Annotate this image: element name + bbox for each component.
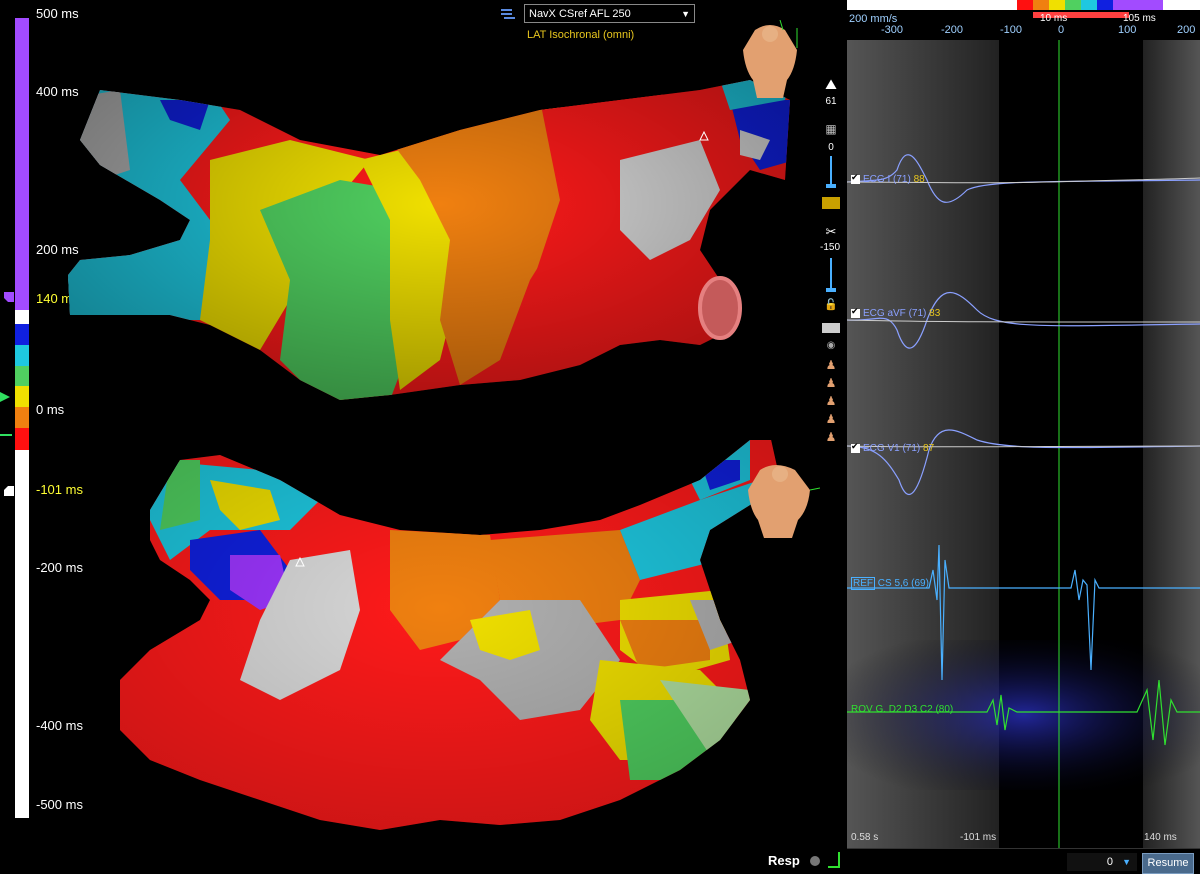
scale-blue-segment (15, 324, 29, 345)
trace-ecg-avf-label[interactable]: ECG aVF (71) 83 (851, 306, 940, 319)
scale-gap (15, 310, 29, 324)
clip-m150-value: -150 (819, 242, 840, 253)
display-toggle-icon[interactable] (822, 323, 840, 333)
map-mode-label: LAT Isochronal (omni) (527, 29, 635, 41)
resume-button[interactable]: Resume (1142, 853, 1194, 874)
axis-tick-m100: -100 (1000, 24, 1023, 36)
offset-stepper[interactable]: 0 ▼ (1067, 853, 1137, 871)
trace-ecg-v1-label[interactable]: ECG V1 (71) 87 (851, 441, 934, 454)
scale-label-500: 500 ms (36, 6, 79, 21)
scale-purple-segment (15, 18, 29, 310)
bottom-time-label: 0.58 s (851, 832, 879, 843)
trace-ecg-avf-checkbox[interactable] (851, 306, 860, 318)
scale-orange-segment (15, 407, 29, 428)
map-list-icon[interactable] (500, 7, 516, 21)
trace-ecg-v1-checkbox[interactable] (851, 441, 860, 453)
axis-tick-100: 100 (1118, 24, 1137, 36)
map-select-value: NavX CSref AFL 250 (529, 8, 631, 20)
torso-orientation-top-icon[interactable] (735, 20, 805, 100)
axis-tick-0: 0 (1058, 24, 1065, 36)
scale-green-segment (15, 366, 29, 386)
vessel-ostium (698, 276, 742, 340)
scale-yellow-segment (15, 386, 29, 407)
layers-icon[interactable]: ▦ (823, 122, 839, 136)
resp-indicator (810, 856, 820, 866)
clip-slider[interactable] (830, 258, 832, 292)
signal-panel: 200 mm/s 10 ms 105 ms -300 -200 -100 0 1… (847, 0, 1200, 873)
axis-tick-200: 200 (1177, 24, 1196, 36)
axis-tick-m200: -200 (941, 24, 964, 36)
top-chamber-map (68, 80, 790, 400)
threshold-61-value: 61 (825, 96, 837, 107)
trace-rov-label[interactable]: ROV G. D2 D3 C2 (80) (851, 704, 953, 715)
scale-white-segment (15, 450, 29, 818)
mountain-icon[interactable]: ⛰ (823, 76, 839, 93)
clip-slider-thumb[interactable] (826, 288, 836, 292)
panel-color-strip (847, 0, 1200, 10)
scale-red-segment (15, 428, 29, 450)
trace-ecg-i-label[interactable]: ECG I (71) 88 (851, 172, 925, 185)
opacity-slider-thumb[interactable] (826, 184, 836, 188)
resp-label: Resp (768, 853, 800, 868)
scissors-icon[interactable]: ✂ (823, 224, 839, 240)
zero-marker-handle[interactable] (0, 392, 10, 402)
scale-105ms-label: 105 ms (1123, 13, 1156, 24)
zero-tick-green (0, 434, 12, 436)
panel-bottom-bar: 0 ▼ Resume (847, 848, 1200, 874)
eye-icon[interactable]: ◉ (823, 340, 839, 351)
axis-tick-m300: -300 (881, 24, 904, 36)
upper-limit-handle[interactable] (4, 292, 14, 302)
view-preset-5-icon[interactable]: ♟ (823, 430, 839, 444)
scale-10ms-label: 10 ms (1040, 13, 1068, 24)
window-start-label: -101 ms (960, 832, 997, 843)
lat-map-view[interactable] (60, 60, 820, 860)
torso-orientation-bottom-icon[interactable] (740, 460, 820, 540)
corner-bracket (828, 852, 840, 868)
lock-icon[interactable]: 🔓 (823, 298, 839, 311)
window-end-label: 140 ms (1144, 832, 1177, 843)
scar-toggle-icon[interactable] (822, 197, 840, 209)
scale-cyan-segment (15, 345, 29, 366)
chevron-down-icon: ▼ (681, 9, 690, 19)
view-preset-1-icon[interactable]: ♟ (823, 358, 839, 372)
bottom-chamber-map (120, 440, 780, 830)
map-side-toolbar: ⛰ 61 ▦ 0 ✂ -150 🔓 ◉ ♟ ♟ ♟ ♟ ♟ (817, 70, 845, 460)
view-preset-3-icon[interactable]: ♟ (823, 394, 839, 408)
chevron-down-icon: ▼ (1122, 857, 1131, 867)
lat-color-scale (15, 18, 29, 818)
lower-limit-handle[interactable] (4, 486, 14, 496)
view-preset-4-icon[interactable]: ♟ (823, 412, 839, 426)
ref-badge: REF (851, 577, 875, 590)
opacity-0-value: 0 (828, 142, 834, 153)
map-select-dropdown[interactable]: NavX CSref AFL 250 ▼ (524, 4, 695, 23)
trace-ecg-i-checkbox[interactable] (851, 172, 860, 184)
trace-cs-label[interactable]: REF CS 5,6 (69) (851, 577, 929, 590)
view-preset-2-icon[interactable]: ♟ (823, 376, 839, 390)
